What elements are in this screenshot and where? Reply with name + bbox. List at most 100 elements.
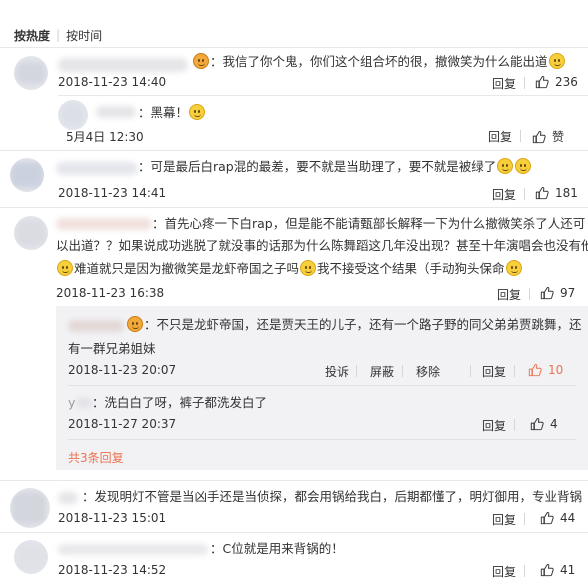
emoji-icon	[505, 260, 522, 276]
username-blurred	[58, 492, 78, 504]
like-count: 236	[555, 75, 578, 89]
reply-username[interactable]: y	[68, 392, 75, 413]
comment-timestamp: 2018-11-23 16:38	[56, 286, 165, 300]
sort-separator: |	[56, 28, 61, 42]
like-button[interactable]: 181	[535, 186, 578, 200]
divider	[0, 480, 588, 481]
divider	[520, 130, 521, 142]
divider	[514, 419, 515, 431]
username-blurred	[96, 106, 136, 118]
username-blurred	[58, 58, 188, 72]
divider	[529, 288, 530, 300]
like-button[interactable]: 10	[528, 363, 563, 377]
divider	[356, 365, 357, 377]
like-button[interactable]: 97	[540, 286, 575, 300]
avatar[interactable]	[14, 56, 48, 90]
comment-timestamp: 2018-11-23 14:52	[58, 563, 167, 577]
emoji-icon	[189, 104, 206, 120]
reply-button[interactable]: 回复	[492, 563, 516, 580]
comment-timestamp: 5月4日 12:30	[66, 130, 144, 144]
reply-button[interactable]: 回复	[497, 286, 521, 303]
divider	[524, 77, 525, 89]
like-count: 10	[548, 363, 564, 377]
emoji-icon	[193, 53, 209, 69]
comment-text: ：可是最后白rap混的最差，要不就是当助理了，要不就是被绿了	[138, 156, 532, 177]
reply-text: ：洗白白了呀，裤子都洗发白了	[92, 395, 268, 410]
sort-by-time[interactable]: 按时间	[66, 27, 102, 44]
reply-button[interactable]: 回复	[488, 128, 512, 145]
emoji-icon	[300, 260, 317, 276]
reply-button[interactable]: 回复	[482, 363, 506, 380]
divider	[524, 565, 525, 577]
divider	[402, 365, 403, 377]
reply-button[interactable]: 回复	[482, 417, 506, 434]
emoji-icon	[548, 53, 565, 69]
comment-text: ：黑幕！	[138, 102, 206, 123]
avatar[interactable]	[10, 158, 44, 192]
thumbs-up-icon	[540, 563, 554, 577]
divider	[524, 513, 525, 525]
thumbs-up-icon	[528, 363, 542, 377]
like-button[interactable]: 236	[535, 75, 578, 89]
username-blurred	[76, 397, 92, 408]
like-count: 44	[560, 511, 576, 525]
avatar[interactable]	[14, 540, 48, 574]
comment-text: ：我信了你个鬼，你们这个组合坏的很，撤微笑为什么能出道	[192, 51, 566, 72]
avatar[interactable]	[58, 100, 88, 130]
username-blurred	[56, 218, 152, 230]
divider	[524, 188, 525, 200]
like-button[interactable]: 41	[540, 563, 575, 577]
reply-button[interactable]: 回复	[492, 511, 516, 528]
avatar[interactable]	[10, 488, 50, 528]
sort-bar: 按热度 | 按时间	[14, 27, 102, 43]
username-blurred	[58, 544, 208, 555]
emoji-icon	[515, 158, 532, 174]
sort-by-hot[interactable]: 按热度	[14, 27, 50, 44]
comment-text-line: 难道就只是因为撤微笑是龙虾帝国之子吗 我不接受这个结果（手动狗头保命	[56, 258, 523, 279]
emoji-icon	[127, 316, 143, 332]
divider	[0, 150, 588, 151]
like-count: 4	[550, 417, 558, 431]
like-label: 赞	[552, 130, 565, 144]
comment-text: ：C位就是用来背锅的！	[210, 541, 344, 556]
divider	[58, 95, 588, 96]
reply-text-line: ：不只是龙虾帝国，还是贾天王的儿子，还有一个路子野的同父弟弟贾跳舞，还	[126, 314, 582, 335]
like-count: 181	[555, 186, 578, 200]
thumbs-up-icon	[540, 511, 554, 525]
comment-text-line: ：首先心疼一下白rap，但是能不能请甄部长解释一下为什么撤微笑杀了人还可	[152, 216, 586, 231]
reply-button[interactable]: 回复	[492, 186, 516, 203]
like-button[interactable]: 4	[530, 417, 558, 431]
divider	[68, 385, 576, 386]
thumbs-up-icon	[530, 417, 544, 431]
divider	[0, 207, 588, 208]
comment-timestamp: 2018-11-23 14:40	[58, 75, 167, 89]
username-blurred	[68, 320, 124, 332]
comment-text-line: 以出道？？如果说成功逃脱了就没事的话那为什么陈舞蹈这几年没出现？甚至十年演唱会也…	[56, 238, 588, 253]
divider	[470, 365, 471, 377]
reply-timestamp: 2018-11-27 20:37	[68, 417, 177, 431]
reply-button[interactable]: 回复	[492, 75, 516, 92]
divider	[514, 365, 515, 377]
reply-text-line: 有一群兄弟姐妹	[68, 341, 156, 356]
avatar[interactable]	[14, 216, 48, 250]
divider	[0, 532, 588, 533]
thumbs-up-icon	[532, 130, 546, 144]
block-button[interactable]: 屏蔽	[370, 363, 394, 380]
thumbs-up-icon	[540, 286, 554, 300]
emoji-icon	[497, 158, 514, 174]
report-button[interactable]: 投诉	[325, 363, 349, 380]
comment-text: ：发现明灯不管是当凶手还是当侦探，都会用锅给我白，后期都懂了，明灯御用，专业背锅	[82, 489, 583, 504]
username-blurred	[56, 162, 138, 175]
thumbs-up-icon	[535, 186, 549, 200]
like-count: 97	[560, 286, 576, 300]
comment-timestamp: 2018-11-23 15:01	[58, 511, 167, 525]
remove-button[interactable]: 移除	[416, 363, 440, 380]
like-count: 41	[560, 563, 576, 577]
like-button[interactable]: 赞	[532, 128, 564, 145]
emoji-icon	[57, 260, 73, 276]
like-button[interactable]: 44	[540, 511, 575, 525]
reply-timestamp: 2018-11-23 20:07	[68, 363, 177, 377]
comment-timestamp: 2018-11-23 14:41	[58, 186, 167, 200]
view-more-replies-link[interactable]: 共3条回复	[68, 449, 124, 466]
divider	[0, 47, 588, 48]
